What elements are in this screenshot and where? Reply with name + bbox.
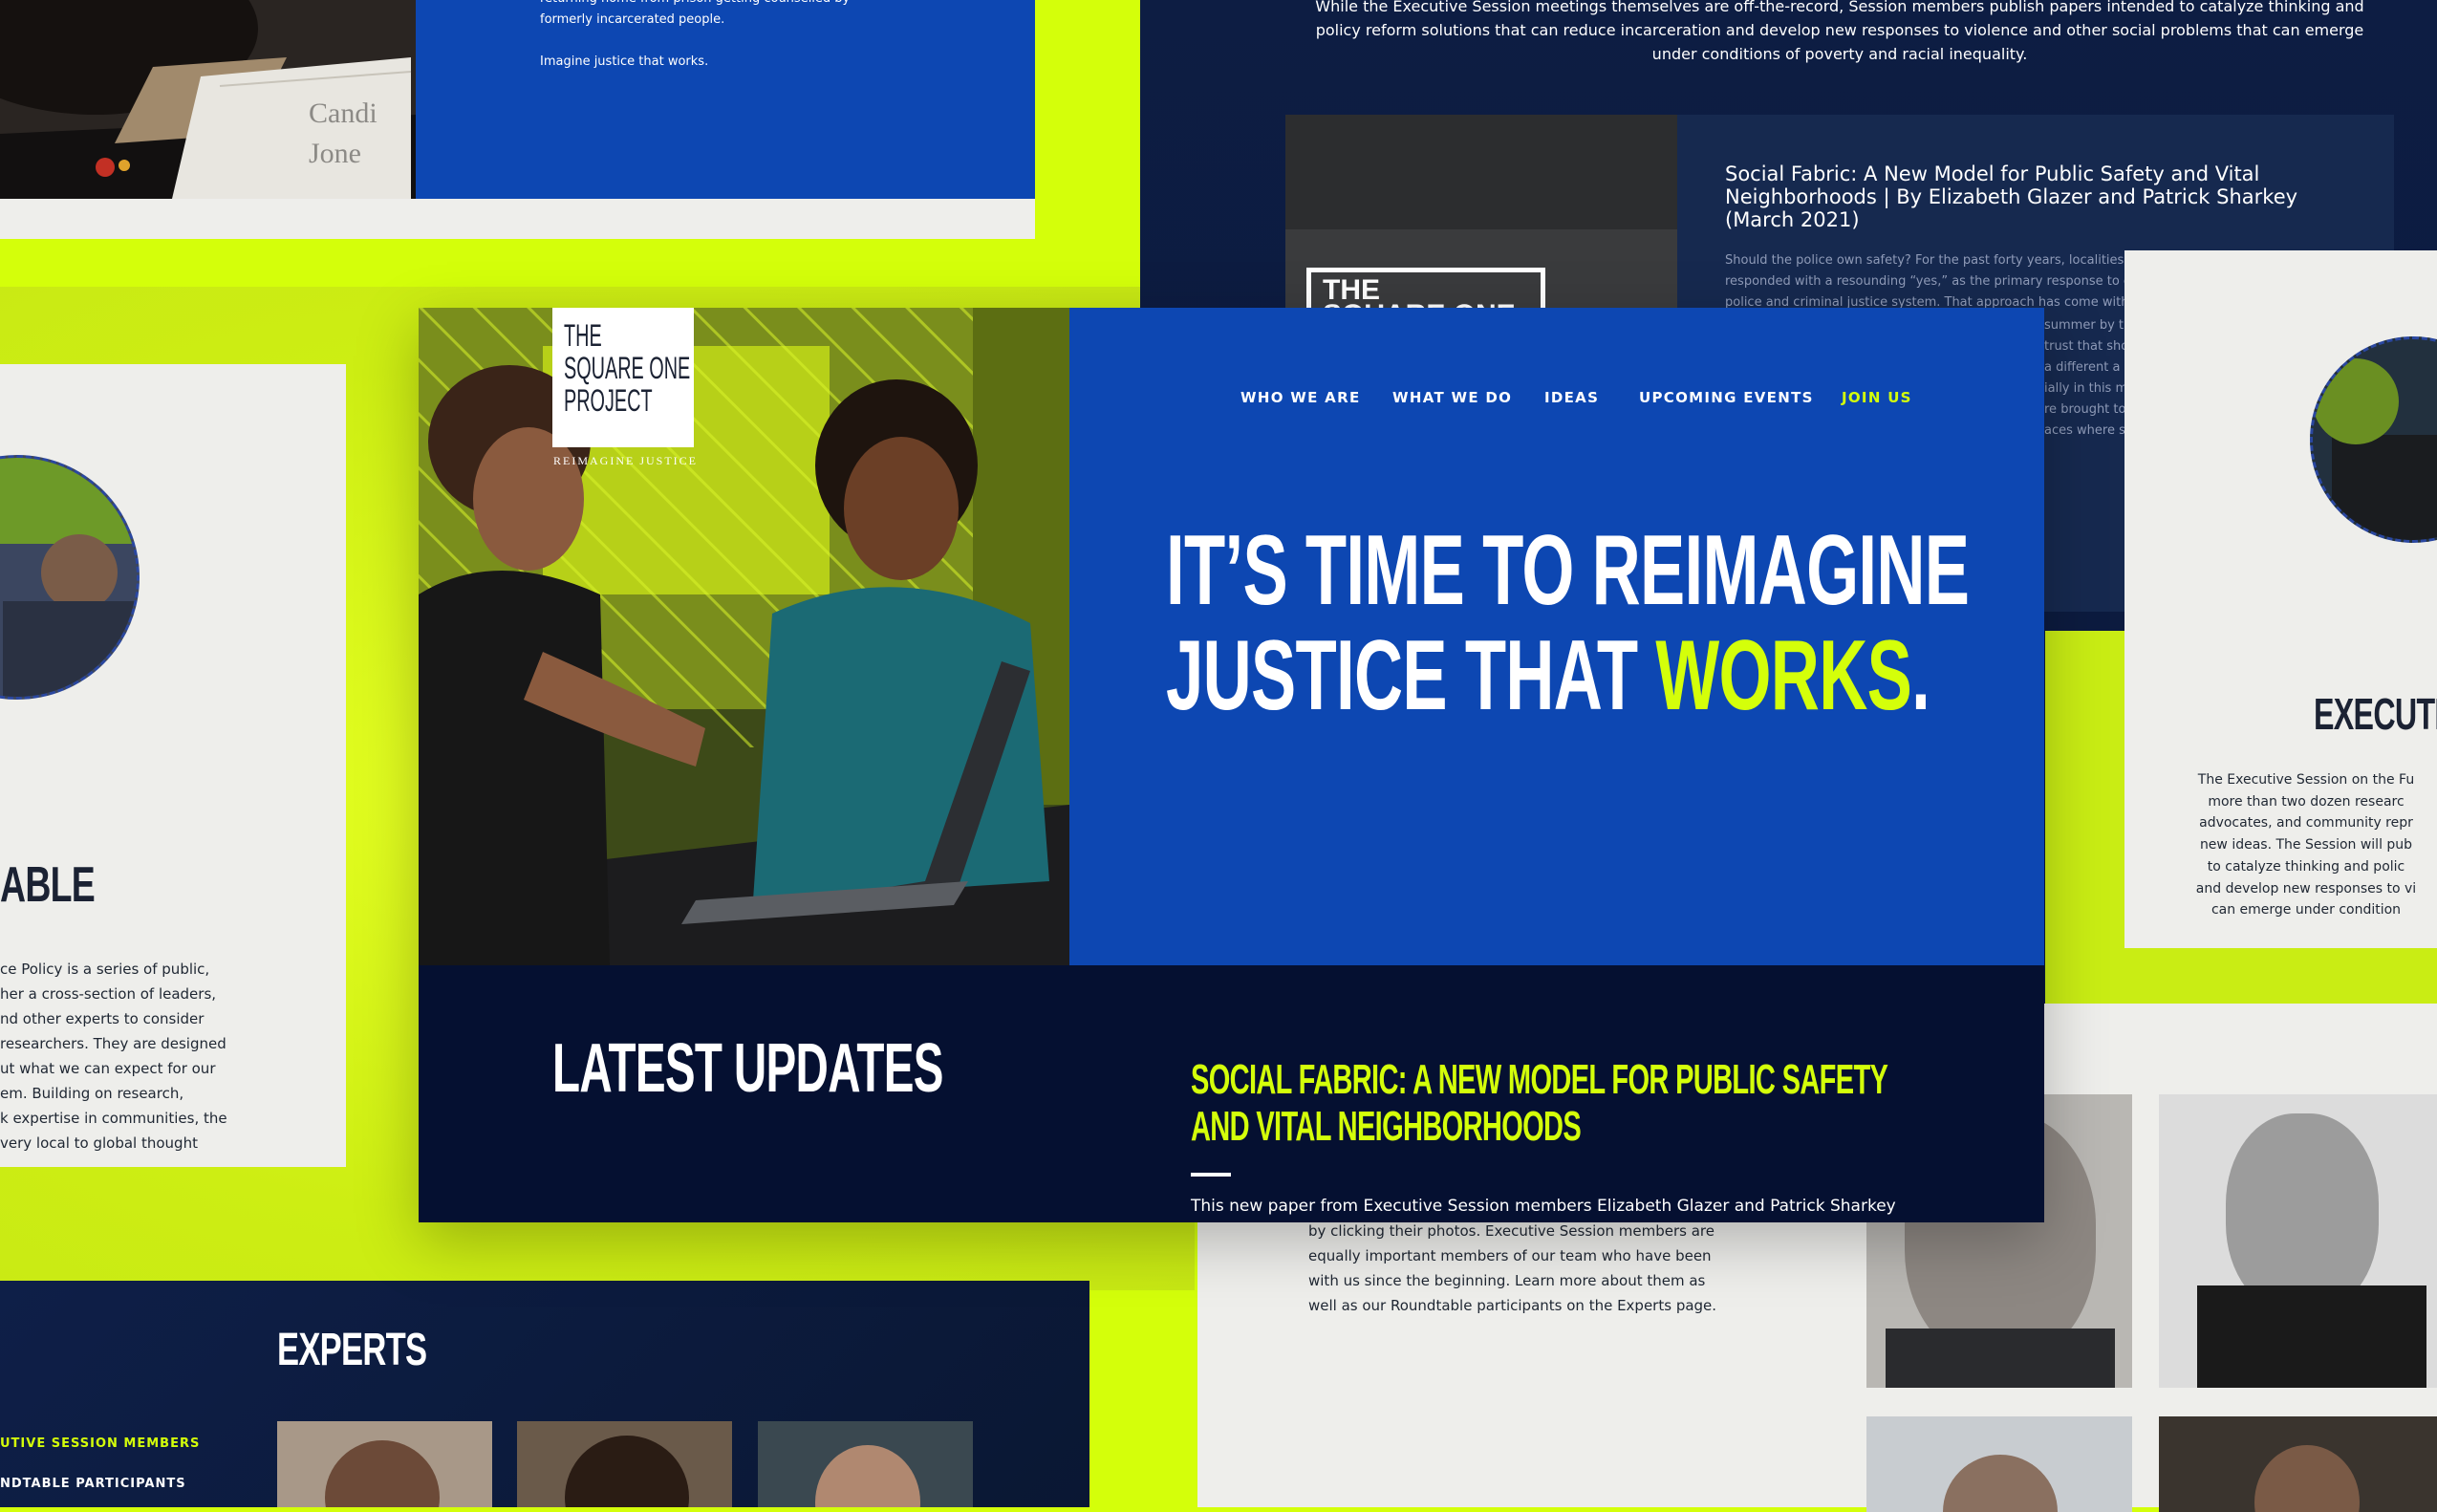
right-card-line-1: The Executive Session on the Fu — [2197, 772, 2415, 788]
latest-updates-heading: LATEST UPDATES — [552, 1030, 943, 1107]
logo-line-3: PROJECT — [564, 383, 653, 418]
nav-what-we-do[interactable]: WHAT WE DO — [1392, 389, 1512, 406]
square-one-logo[interactable]: THE SQUARE ONE PROJECT — [552, 308, 694, 447]
right-card-line-4: new ideas. The Session will pub — [2199, 837, 2413, 853]
right-card-heading: EXECUTIV — [2314, 689, 2437, 739]
left-card-line-3: nd other experts to consider — [0, 1010, 205, 1027]
right-card-line-5: to catalyze thinking and polic — [2207, 858, 2405, 875]
nameplate-line-2: Jone — [309, 138, 361, 169]
nav-upcoming-events[interactable]: UPCOMING EVENTS — [1639, 389, 1814, 406]
bottom-middle-line-4: well as our Roundtable participants on t… — [1308, 1297, 1717, 1314]
bottom-middle-text: by clicking their photos. Executive Sess… — [1308, 1219, 1716, 1318]
article-title[interactable]: Social Fabric: A New Model for Public Sa… — [1725, 162, 2297, 231]
top-right-intro: While the Executive Session meetings the… — [1204, 0, 2437, 66]
intro-line-2: policy reform solutions that can reduce … — [1315, 21, 2364, 39]
top-left-blue-panel: returning home from prison getting couns… — [416, 0, 1035, 199]
hero-headline: IT’S TIME TO REIMAGINE JUSTICE THAT WORK… — [1166, 515, 1970, 728]
logo-line-1: THE — [564, 318, 602, 353]
fragment-2: trust that sho — [2044, 339, 2129, 354]
right-card-circle-photo — [2310, 336, 2437, 543]
headline-line-2: JUSTICE THAT WORKS. — [1166, 623, 1969, 728]
article-title-line-2: Neighborhoods | By Elizabeth Glazer and … — [1725, 185, 2298, 208]
left-card-line-6: em. Building on research, — [0, 1085, 184, 1102]
top-left-text-line-1: returning home from prison getting couns… — [540, 0, 850, 10]
headline-line-1: IT’S TIME TO REIMAGINE — [1166, 515, 1970, 626]
right-card-line-7: can emerge under condition — [2211, 902, 2402, 918]
right-card-text: The Executive Session on the Fu more tha… — [2124, 769, 2437, 921]
expert-photo-3[interactable] — [1866, 1416, 2132, 1512]
expert-thumb-1[interactable] — [277, 1421, 492, 1507]
article-body-line-2: responded with a resounding “yes,” as th… — [1725, 274, 2131, 289]
fragment-6: aces where s — [2044, 423, 2125, 438]
expert-photo-4[interactable] — [2159, 1416, 2437, 1512]
left-card-line-4: researchers. They are designed — [0, 1035, 226, 1052]
fragment-4: ially in this m — [2044, 381, 2128, 396]
nameplate-photo: Candi Jone — [0, 0, 416, 199]
top-left-text-block: returning home from prison getting couns… — [540, 0, 850, 31]
left-card-line-2: her a cross-section of leaders, — [0, 985, 217, 1003]
fragment-5: re brought to — [2044, 402, 2126, 417]
left-card-heading: ABLE — [0, 857, 96, 913]
expert-thumb-3[interactable] — [758, 1421, 973, 1507]
logo-text: THE SQUARE ONE PROJECT — [564, 319, 690, 417]
left-card-line-5: ut what we can expect for our — [0, 1060, 216, 1077]
logo-line-2: SQUARE ONE — [564, 351, 691, 385]
fragment-3: a different a — [2044, 360, 2121, 375]
experts-title: EXPERTS — [277, 1325, 427, 1375]
nameplate-line-1: Candi — [309, 97, 377, 129]
left-card-circle-photo — [0, 455, 140, 700]
update-title[interactable]: SOCIAL FABRIC: A NEW MODEL FOR PUBLIC SA… — [1191, 1056, 1888, 1150]
article-body: Should the police own safety? For the pa… — [1725, 250, 2130, 313]
logo-tagline: REIMAGINE JUSTICE — [553, 454, 698, 467]
headline-end: . — [1911, 620, 1930, 731]
headline-line-2-prefix: JUSTICE THAT — [1166, 620, 1656, 731]
right-card-line-6: and develop new responses to vi — [2195, 880, 2417, 896]
right-card: EXECUTIV The Executive Session on the Fu… — [2124, 250, 2437, 948]
intro-line-1: While the Executive Session meetings the… — [1315, 0, 2364, 15]
left-card: ABLE ce Policy is a series of public, he… — [0, 364, 346, 1167]
experts-card: EXPERTS UTIVE SESSION MEMBERS NDTABLE PA… — [0, 1281, 1089, 1507]
headline-highlight: WORKS — [1655, 620, 1912, 731]
article-body-fragments: summer by t trust that sho a different a… — [2044, 315, 2128, 442]
bottom-middle-line-3: with us since the beginning. Learn more … — [1308, 1272, 1706, 1289]
article-body-line-1: Should the police own safety? For the pa… — [1725, 253, 2124, 268]
right-card-line-2: more than two dozen researc — [2208, 793, 2405, 810]
left-card-line-1: ce Policy is a series of public, — [0, 961, 210, 978]
left-card-line-8: very local to global thought — [0, 1134, 198, 1152]
top-left-text-line-2: formerly incarcerated people. — [540, 12, 725, 27]
left-card-line-7: k expertise in communities, the — [0, 1110, 227, 1127]
top-left-tagline: Imagine justice that works. — [540, 54, 709, 69]
experts-menu-item-2[interactable]: NDTABLE PARTICIPANTS — [0, 1477, 186, 1491]
update-excerpt: This new paper from Executive Session me… — [1191, 1197, 1896, 1216]
update-divider — [1191, 1173, 1231, 1177]
nav-who-we-are[interactable]: WHO WE ARE — [1240, 389, 1361, 406]
experts-menu-item-1[interactable]: UTIVE SESSION MEMBERS — [0, 1436, 200, 1451]
nameplate-text: Candi Jone — [309, 94, 377, 174]
update-title-line-2: AND VITAL NEIGHBORHOODS — [1191, 1103, 1582, 1150]
bottom-middle-line-2: equally important members of our team wh… — [1308, 1247, 1712, 1264]
expert-photo-2[interactable] — [2159, 1094, 2437, 1388]
left-card-text: ce Policy is a series of public, her a c… — [0, 957, 227, 1156]
nav-ideas[interactable]: IDEAS — [1544, 389, 1599, 406]
fragment-1: summer by t — [2044, 318, 2124, 333]
update-title-line-1: SOCIAL FABRIC: A NEW MODEL FOR PUBLIC SA… — [1191, 1056, 1888, 1103]
expert-thumb-2[interactable] — [517, 1421, 732, 1507]
article-title-line-1: Social Fabric: A New Model for Public Sa… — [1725, 162, 2260, 185]
article-title-line-3: (March 2021) — [1725, 208, 1860, 231]
intro-line-3: under conditions of poverty and racial i… — [1651, 45, 2028, 63]
nav-join-us[interactable]: JOIN US — [1842, 389, 1912, 406]
right-card-line-3: advocates, and community repr — [2199, 815, 2413, 832]
hero-frame: THE SQUARE ONE PROJECT REIMAGINE JUSTICE… — [419, 308, 2044, 1222]
hero-photo — [419, 308, 1069, 965]
